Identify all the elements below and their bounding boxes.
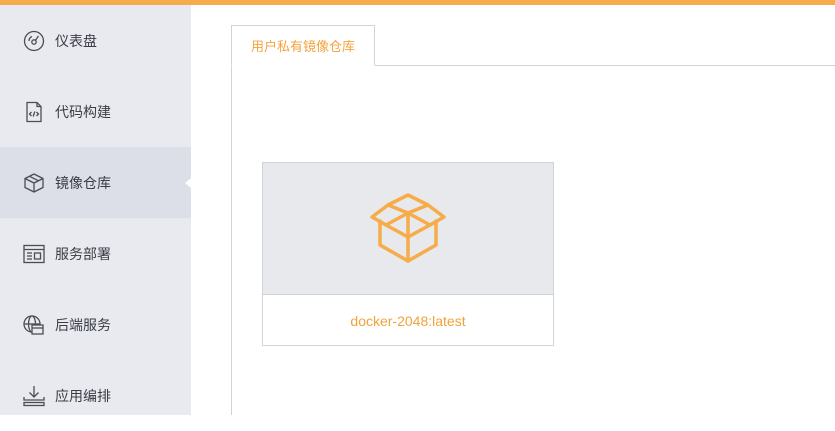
globe-window-icon: [21, 312, 47, 338]
sidebar-item-label: 仪表盘: [55, 32, 97, 49]
sidebar-item-label: 镜像仓库: [55, 174, 111, 191]
image-name: docker-2048:latest: [350, 312, 466, 329]
sidebar-item-label: 后端服务: [55, 316, 111, 333]
sidebar-item-backend-service[interactable]: 后端服务: [0, 289, 191, 360]
download-tray-icon: [21, 383, 47, 409]
server-window-icon: [21, 241, 47, 267]
dashboard-gauge-icon: [21, 28, 47, 54]
cube-box-icon: [21, 170, 47, 196]
sidebar-item-image-registry[interactable]: 镜像仓库: [0, 147, 191, 218]
content-panel-border: [231, 66, 232, 415]
main-content: 用户私有镜像仓库 docker-2048:latest: [191, 5, 835, 415]
sidebar-item-app-orchestration[interactable]: 应用编排: [0, 360, 191, 431]
sidebar-item-label: 代码构建: [55, 103, 111, 120]
sidebar-item-code-build[interactable]: 代码构建: [0, 76, 191, 147]
image-card[interactable]: docker-2048:latest: [262, 162, 554, 346]
tab-private-image-registry[interactable]: 用户私有镜像仓库: [231, 25, 375, 66]
sidebar: 仪表盘 代码构建 镜像仓库 服务部署 后端服务 应用编排: [0, 5, 191, 415]
sidebar-item-label: 应用编排: [55, 387, 111, 404]
sidebar-item-label: 服务部署: [55, 245, 111, 262]
image-card-thumbnail: [263, 163, 553, 295]
sidebar-item-dashboard[interactable]: 仪表盘: [0, 5, 191, 76]
sidebar-item-service-deploy[interactable]: 服务部署: [0, 218, 191, 289]
code-file-icon: [21, 99, 47, 125]
open-box-icon: [370, 192, 446, 263]
